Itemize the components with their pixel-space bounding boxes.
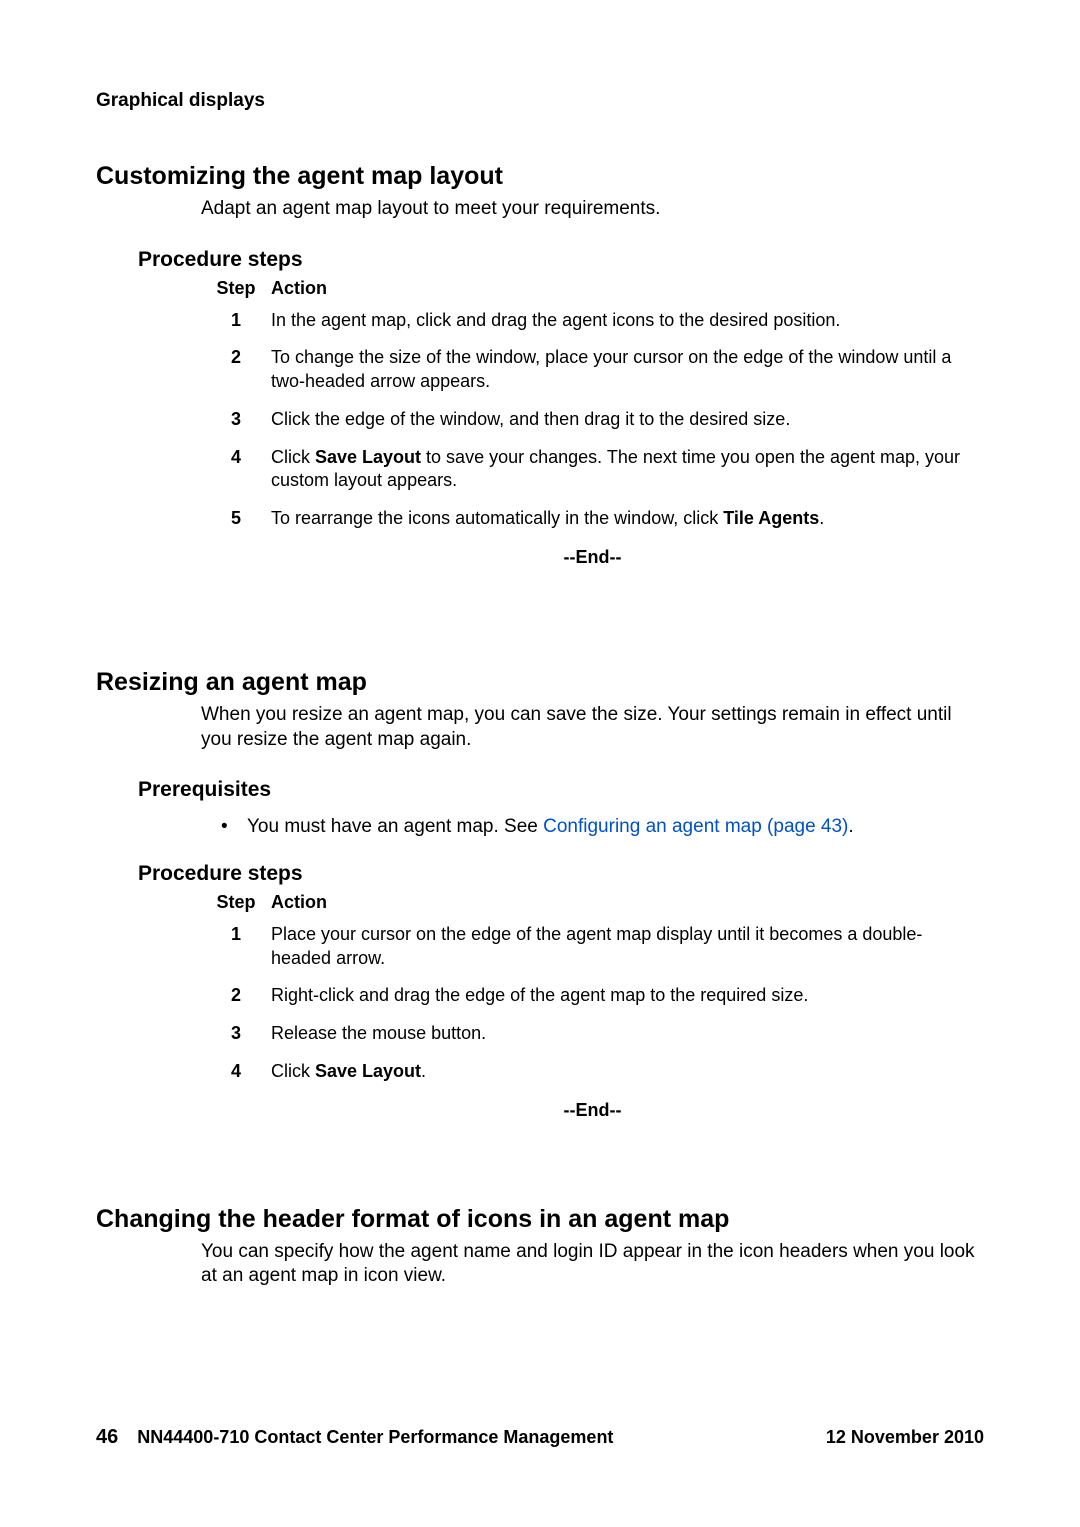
col-header-action: Action [271,892,981,919]
bold-text: Save Layout [315,447,421,467]
end-marker: --End-- [201,547,984,568]
text: . [819,508,824,528]
text: Click [271,1061,315,1081]
table-row: 3 Release the mouse button. [201,1018,981,1056]
section-intro: When you resize an agent map, you can sa… [201,703,984,752]
prerequisites-heading: Prerequisites [138,778,984,802]
step-table: Step Action 1 Place your cursor on the e… [201,892,981,1094]
step-action: Right-click and drag the edge of the age… [271,980,981,1018]
list-item-text: You must have an agent map. See Configur… [247,814,854,840]
step-number: 3 [201,1018,271,1056]
table-row: 5 To rearrange the icons automatically i… [201,503,981,541]
section-title-customizing: Customizing the agent map layout [96,162,984,191]
procedure-steps-heading: Procedure steps [138,248,984,272]
section-intro: You can specify how the agent name and l… [201,1240,984,1289]
step-number: 2 [201,980,271,1018]
step-number: 2 [201,342,271,404]
step-action: Release the mouse button. [271,1018,981,1056]
procedure-steps-heading: Procedure steps [138,862,984,886]
text: You must have an agent map. See [247,816,543,837]
col-header-action: Action [271,278,981,305]
footer-left: 46 NN44400-710 Contact Center Performanc… [96,1426,613,1449]
text: . [848,816,853,837]
footer-date: 12 November 2010 [826,1427,984,1448]
text: . [421,1061,426,1081]
step-number: 4 [201,1056,271,1094]
bullet-list: • You must have an agent map. See Config… [221,814,984,840]
table-row: 1 Place your cursor on the edge of the a… [201,919,981,981]
bold-text: Tile Agents [723,508,819,528]
step-number: 1 [201,305,271,343]
document-id: NN44400-710 Contact Center Performance M… [137,1427,613,1447]
step-number: 4 [201,442,271,504]
list-item: • You must have an agent map. See Config… [221,814,984,840]
step-action: Place your cursor on the edge of the age… [271,919,981,981]
running-header: Graphical displays [96,90,984,112]
table-row: 3 Click the edge of the window, and then… [201,404,981,442]
table-row: 1 In the agent map, click and drag the a… [201,305,981,343]
table-row: 4 Click Save Layout to save your changes… [201,442,981,504]
text: Click [271,447,315,467]
bold-text: Save Layout [315,1061,421,1081]
step-number: 1 [201,919,271,981]
page-number: 46 [96,1426,118,1448]
section-intro: Adapt an agent map layout to meet your r… [201,197,984,222]
end-marker: --End-- [201,1100,984,1121]
step-action: Click Save Layout to save your changes. … [271,442,981,504]
step-action: Click the edge of the window, and then d… [271,404,981,442]
col-header-step: Step [201,278,271,305]
step-action: Click Save Layout. [271,1056,981,1094]
step-action: In the agent map, click and drag the age… [271,305,981,343]
table-row: 2 To change the size of the window, plac… [201,342,981,404]
step-table: Step Action 1 In the agent map, click an… [201,278,981,541]
col-header-step: Step [201,892,271,919]
link-configuring-agent-map[interactable]: Configuring an agent map (page 43) [543,816,848,837]
step-number: 3 [201,404,271,442]
section-title-changing-header: Changing the header format of icons in a… [96,1205,984,1234]
text: To rearrange the icons automatically in … [271,508,723,528]
bullet-icon: • [221,814,233,840]
step-number: 5 [201,503,271,541]
step-action: To change the size of the window, place … [271,342,981,404]
section-title-resizing: Resizing an agent map [96,668,984,697]
table-row: 2 Right-click and drag the edge of the a… [201,980,981,1018]
table-row: 4 Click Save Layout. [201,1056,981,1094]
step-action: To rearrange the icons automatically in … [271,503,981,541]
page-footer: 46 NN44400-710 Contact Center Performanc… [96,1426,984,1449]
